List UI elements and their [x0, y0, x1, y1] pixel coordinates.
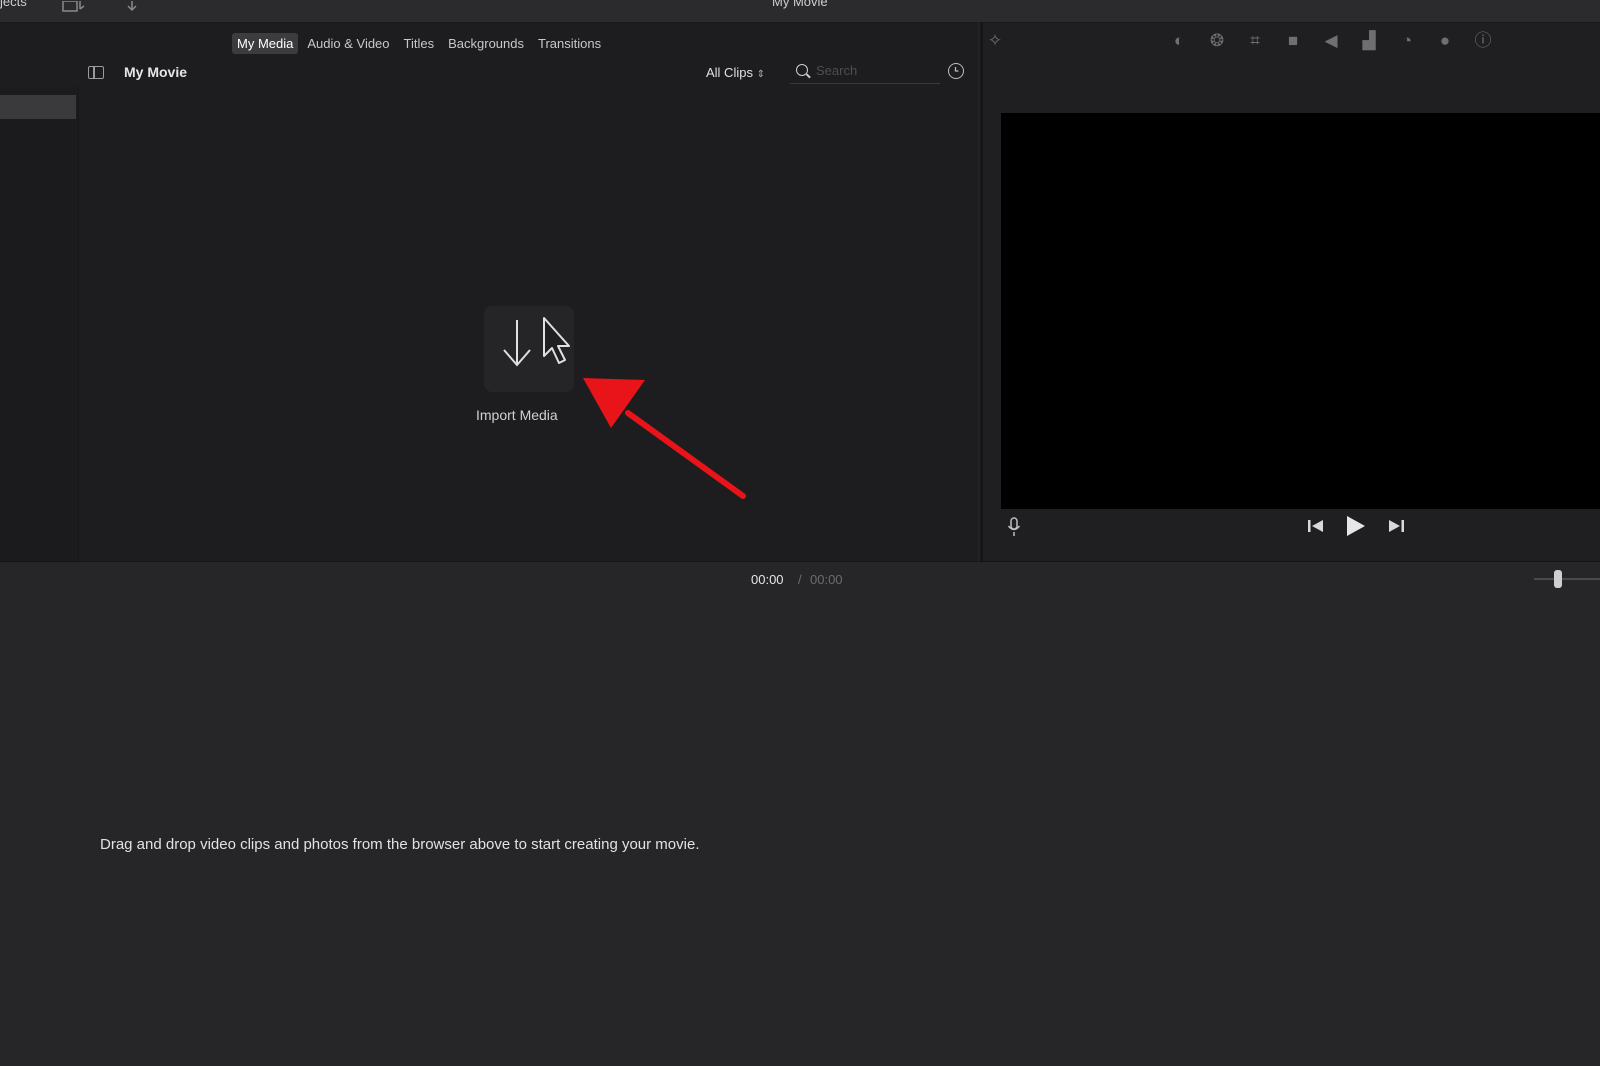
microphone-icon[interactable]	[1007, 517, 1021, 542]
search-box[interactable]	[790, 61, 940, 84]
projects-back-label[interactable]: jects	[0, 0, 27, 9]
annotation-arrow-icon	[583, 378, 746, 499]
crop-icon[interactable]: ⌗	[1245, 31, 1265, 51]
speed-icon[interactable]: ◔	[1397, 31, 1417, 51]
stabilization-icon[interactable]: ■	[1283, 31, 1303, 51]
zoom-slider-knob[interactable]	[1554, 570, 1562, 588]
timeline-hint-text: Drag and drop video clips and photos fro…	[100, 836, 700, 853]
browser-tabs: My Media Audio & Video Titles Background…	[232, 33, 606, 54]
tab-backgrounds[interactable]: Backgrounds	[443, 33, 529, 54]
skip-forward-icon[interactable]	[1388, 519, 1404, 538]
color-balance-icon[interactable]: ◐	[1169, 31, 1189, 51]
import-arrow-icon[interactable]	[126, 0, 148, 14]
cursor-icon	[543, 317, 570, 364]
project-name: My Movie	[124, 64, 188, 80]
media-browser: My Media Audio & Video Titles Background…	[0, 23, 978, 561]
clip-filter-label: All Clips	[706, 65, 753, 80]
import-media-label: Import Media	[476, 407, 558, 423]
timeline-zoom-slider[interactable]	[1534, 568, 1600, 590]
tab-titles[interactable]: Titles	[399, 33, 440, 54]
search-input[interactable]	[814, 62, 938, 79]
current-timecode: 00:00	[751, 572, 784, 587]
sidebar-selected-item[interactable]	[0, 95, 76, 119]
timeline-toolbar: 00:00 / 00:00	[0, 561, 1600, 597]
import-arrow-icon	[503, 317, 570, 367]
chevron-updown-icon: ⇕	[756, 69, 765, 80]
viewer-panel: ✧ ◐ ❂ ⌗ ■ ◀ ▟ ◔ ● ⓘ	[980, 23, 1600, 561]
window-title: My Movie	[772, 0, 828, 9]
zoom-slider-track	[1534, 578, 1600, 580]
color-correction-icon[interactable]: ❂	[1207, 31, 1227, 51]
skip-back-icon[interactable]	[1308, 519, 1324, 538]
window-titlebar: jects My Movie	[0, 0, 1600, 23]
libraries-sidebar	[0, 87, 79, 561]
timeline-area[interactable]: Drag and drop video clips and photos fro…	[0, 596, 1600, 1066]
info-icon[interactable]: ⓘ	[1473, 31, 1493, 51]
clock-filter-icon[interactable]	[948, 63, 964, 79]
clip-filter-dropdown[interactable]: All Clips ⇕	[706, 65, 765, 80]
browser-header: My Movie All Clips ⇕	[78, 61, 978, 87]
tab-audio-video[interactable]: Audio & Video	[302, 33, 394, 54]
import-media-button[interactable]	[484, 306, 574, 392]
tab-my-media[interactable]: My Media	[232, 33, 299, 54]
volume-icon[interactable]: ◀	[1321, 31, 1341, 51]
magic-wand-icon[interactable]: ✧	[985, 31, 1005, 51]
video-preview	[1001, 113, 1600, 509]
tab-transitions[interactable]: Transitions	[533, 33, 606, 54]
noise-reduction-icon[interactable]: ●	[1435, 31, 1455, 51]
adjustments-toolbar: ✧ ◐ ❂ ⌗ ■ ◀ ▟ ◔ ● ⓘ	[983, 31, 1600, 61]
play-icon[interactable]	[1346, 515, 1366, 542]
search-icon	[796, 64, 808, 76]
equalizer-icon[interactable]: ▟	[1359, 31, 1379, 51]
media-icon[interactable]	[62, 0, 85, 14]
sidebar-toggle-icon[interactable]	[88, 66, 104, 79]
timecode-separator: /	[798, 572, 802, 587]
total-timecode: 00:00	[810, 572, 843, 587]
